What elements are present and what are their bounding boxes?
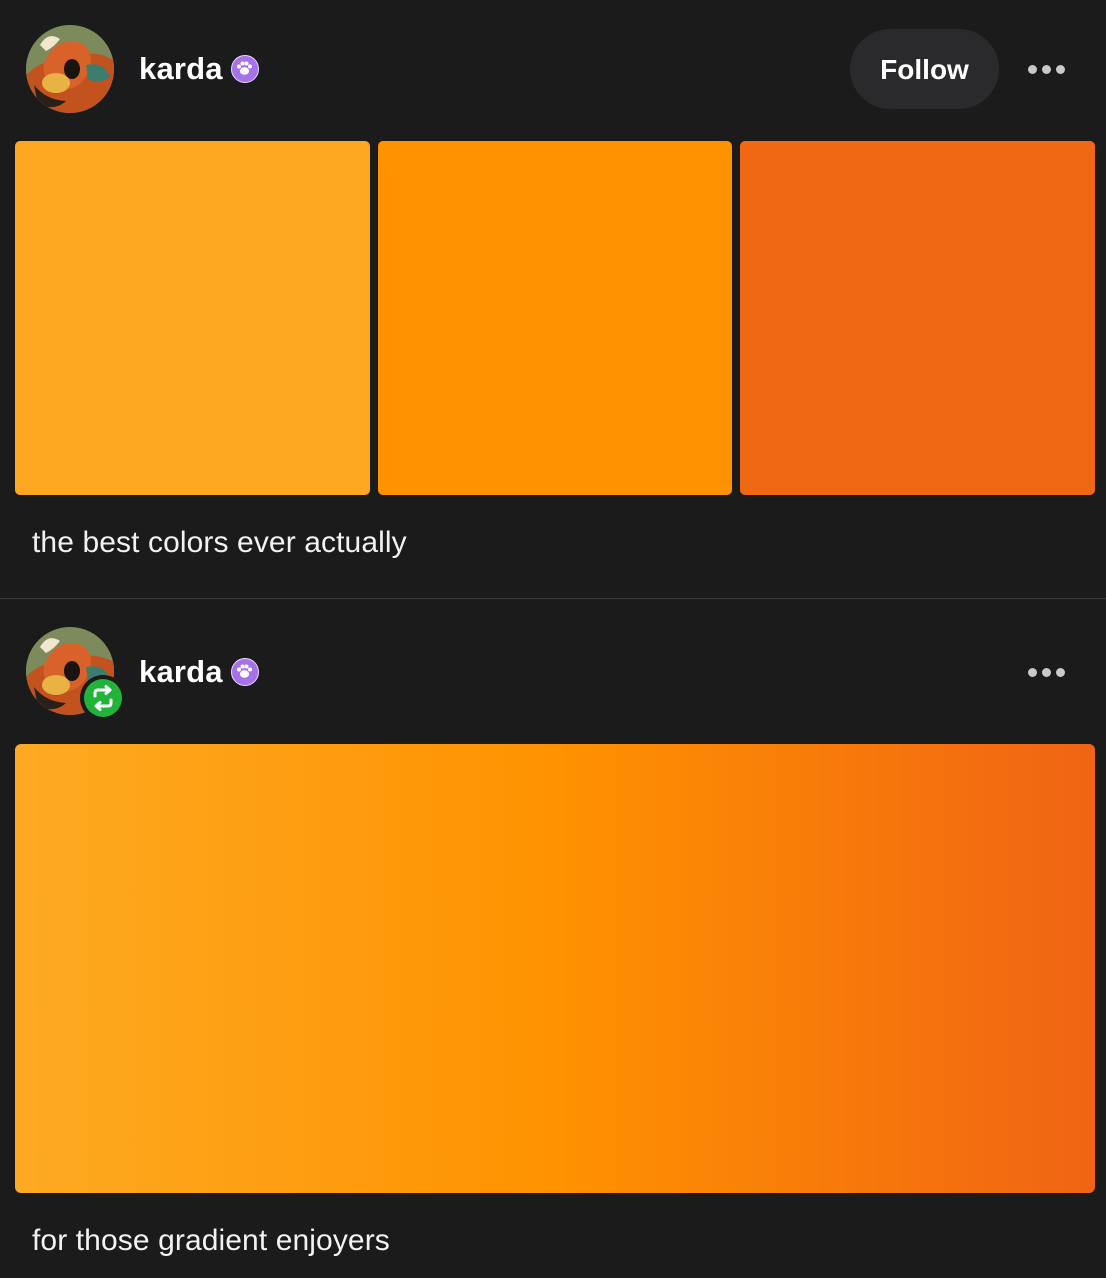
- color-swatch-2[interactable]: [378, 141, 732, 495]
- paw-icon: [231, 55, 259, 83]
- post-caption: the best colors ever actually: [32, 526, 407, 559]
- avatar[interactable]: [26, 25, 114, 113]
- reblog-badge: [80, 675, 126, 721]
- username[interactable]: karda: [139, 51, 223, 87]
- post-reblog: karda for those gradient enjoyers: [0, 599, 1106, 1278]
- gradient-image[interactable]: [15, 744, 1095, 1193]
- post-original: karda Follow the best colors ever actual…: [0, 0, 1106, 598]
- reblog-icon: [84, 679, 122, 717]
- avatar-image: [26, 25, 114, 113]
- follow-button[interactable]: Follow: [850, 29, 999, 109]
- more-options-icon[interactable]: [1028, 57, 1074, 81]
- post-caption: for those gradient enjoyers: [32, 1224, 390, 1257]
- more-options-icon[interactable]: [1028, 660, 1074, 684]
- color-swatch-3[interactable]: [740, 141, 1095, 495]
- username[interactable]: karda: [139, 654, 223, 690]
- paw-icon: [231, 658, 259, 686]
- color-swatch-1[interactable]: [15, 141, 370, 495]
